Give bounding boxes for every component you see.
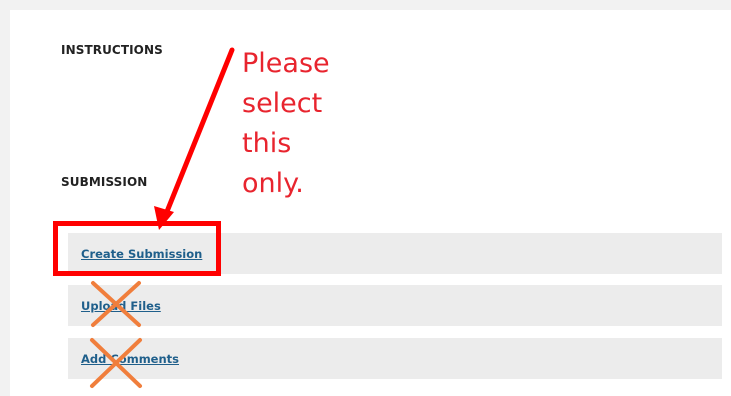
upload-files-link[interactable]: Upload Files (81, 299, 161, 313)
annotation-text: Please select this only. (242, 44, 330, 204)
annotation-line-4: only. (242, 168, 304, 199)
upload-files-row: Upload Files (68, 285, 722, 326)
annotation-line-1: Please (242, 48, 330, 79)
create-submission-row: Create Submission (68, 233, 722, 274)
add-comments-link[interactable]: Add Comments (81, 352, 179, 366)
instructions-heading: INSTRUCTIONS (61, 43, 163, 57)
annotation-line-2: select (242, 88, 323, 119)
add-comments-row: Add Comments (68, 338, 722, 379)
submission-heading: SUBMISSION (61, 175, 148, 189)
annotation-line-3: this (242, 128, 292, 159)
create-submission-link[interactable]: Create Submission (81, 247, 202, 261)
